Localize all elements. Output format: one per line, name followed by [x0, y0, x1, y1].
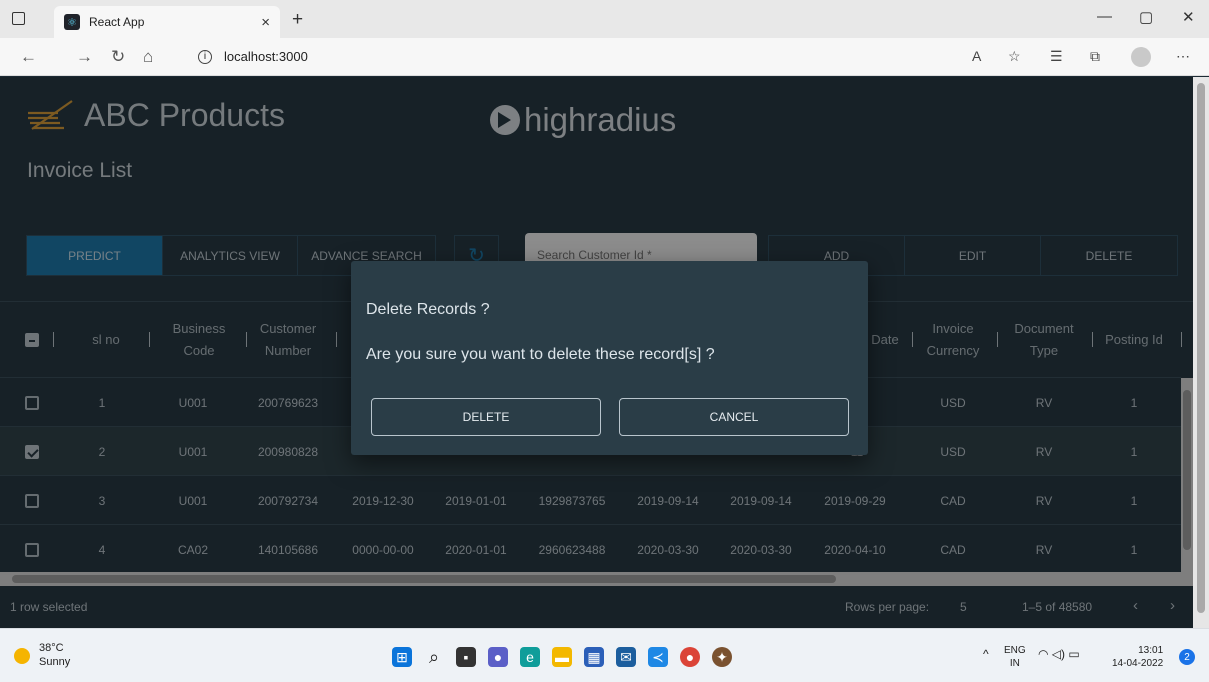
- confirm-delete-button[interactable]: DELETE: [371, 398, 601, 436]
- wifi-volume-battery-icon[interactable]: ◠ ◁) ▭: [1038, 648, 1080, 661]
- weather-widget[interactable]: 38°C Sunny: [39, 641, 70, 669]
- language-indicator[interactable]: ENG IN: [1004, 644, 1026, 670]
- minimize-icon[interactable]: —: [1097, 8, 1112, 25]
- page-vertical-scrollbar[interactable]: [1193, 77, 1209, 628]
- tab-actions-icon[interactable]: [12, 12, 25, 25]
- new-tab-button[interactable]: +: [292, 9, 303, 31]
- search-icon[interactable]: ⌕: [424, 647, 444, 667]
- chat-icon[interactable]: ●: [488, 647, 508, 667]
- read-aloud-icon[interactable]: A: [972, 48, 981, 64]
- windows-start-icon[interactable]: ⊞: [392, 647, 412, 667]
- address-bar: ← → ↻ ⌂ i localhost:3000 A ☆ ☰ ⧉ ⋯: [0, 38, 1209, 76]
- url-text: localhost:3000: [224, 49, 308, 64]
- weather-sun-icon: [14, 648, 30, 664]
- clock[interactable]: 13:01 14-04-2022: [1112, 644, 1163, 670]
- tray-overflow-icon[interactable]: ^: [983, 648, 989, 661]
- profile-avatar[interactable]: [1131, 47, 1151, 67]
- notification-badge[interactable]: 2: [1179, 649, 1195, 665]
- favorites-list-icon[interactable]: ☰: [1050, 48, 1063, 65]
- delete-confirm-dialog: Delete Records ? Are you sure you want t…: [351, 261, 868, 455]
- task-view-icon[interactable]: ▪: [456, 647, 476, 667]
- site-info-icon[interactable]: i: [198, 49, 212, 64]
- windows-taskbar: 38°C Sunny ⊞ ⌕ ▪ ● e ▬ ▦ ✉ ≺ ● ✦ ^ ENG I…: [0, 628, 1209, 682]
- home-icon[interactable]: ⌂: [143, 47, 153, 67]
- more-menu-icon[interactable]: ⋯: [1176, 48, 1190, 65]
- close-window-icon[interactable]: ✕: [1182, 8, 1195, 26]
- store-icon[interactable]: ▦: [584, 647, 604, 667]
- edge-browser-icon[interactable]: e: [520, 647, 540, 667]
- app-icon[interactable]: ✦: [712, 647, 732, 667]
- dialog-message: Are you sure you want to delete these re…: [366, 346, 715, 363]
- browser-tab-strip: ⚛ React App × + — ▢ ✕: [0, 0, 1209, 38]
- url-field[interactable]: i localhost:3000: [198, 49, 308, 64]
- collections-icon[interactable]: ⧉: [1090, 48, 1100, 65]
- tab-title: React App: [89, 15, 145, 29]
- reload-icon[interactable]: ↻: [111, 47, 125, 67]
- favorite-star-icon[interactable]: ☆: [1008, 48, 1021, 65]
- chrome-icon[interactable]: ●: [680, 647, 700, 667]
- cancel-button[interactable]: CANCEL: [619, 398, 849, 436]
- mail-icon[interactable]: ✉: [616, 647, 636, 667]
- react-favicon-icon: ⚛: [64, 14, 80, 30]
- dialog-title: Delete Records ?: [366, 301, 490, 318]
- back-icon[interactable]: ←: [20, 47, 37, 67]
- file-explorer-icon[interactable]: ▬: [552, 647, 572, 667]
- tab-close-icon[interactable]: ×: [261, 14, 270, 31]
- browser-tab[interactable]: ⚛ React App ×: [54, 6, 280, 38]
- forward-icon[interactable]: →: [76, 47, 93, 67]
- vscode-icon[interactable]: ≺: [648, 647, 668, 667]
- maximize-icon[interactable]: ▢: [1139, 8, 1153, 26]
